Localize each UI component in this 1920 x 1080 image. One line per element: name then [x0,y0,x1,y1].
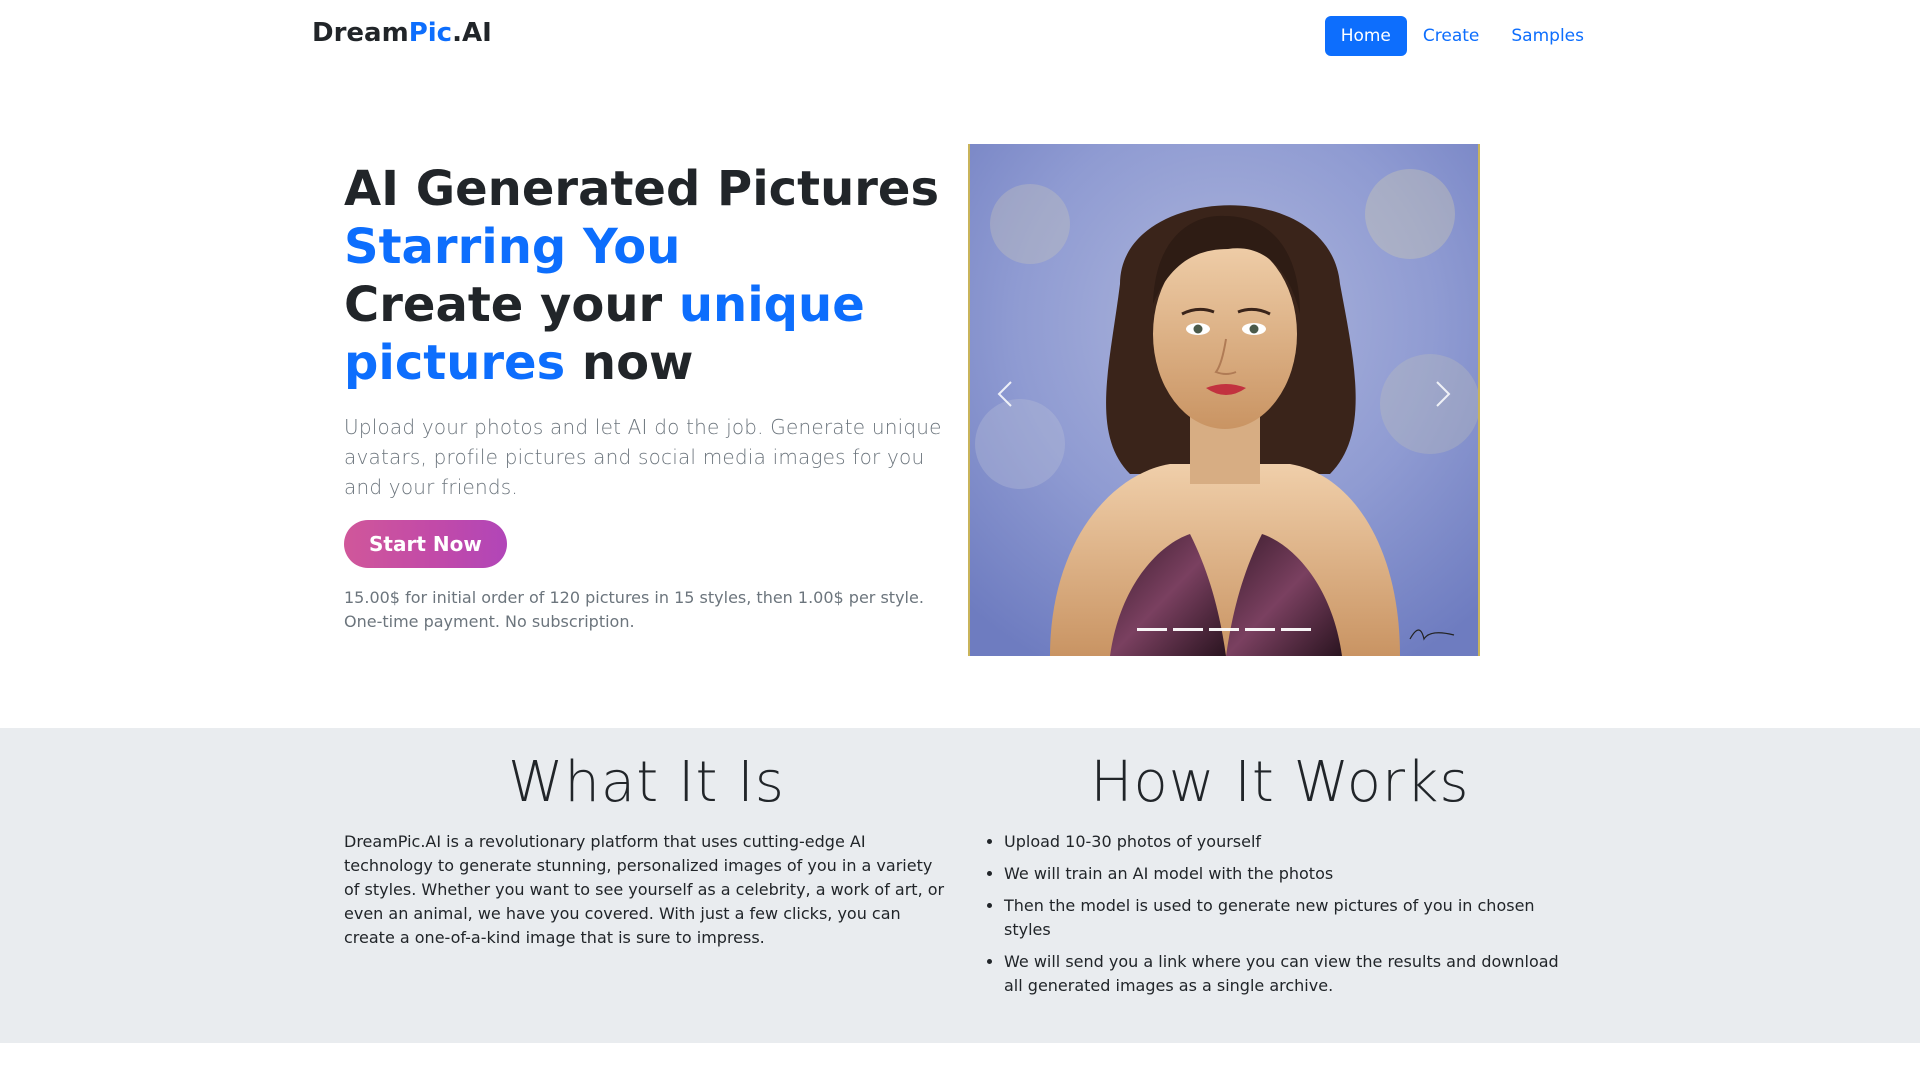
carousel-indicator[interactable] [1245,628,1275,631]
start-now-button[interactable]: Start Now [344,520,507,568]
pricing-note: 15.00$ for initial order of 120 pictures… [344,586,954,634]
carousel-indicator[interactable] [1137,628,1167,631]
list-item: We will send you a link where you can vi… [1004,950,1580,998]
list-item: Upload 10-30 photos of yourself [1004,830,1580,854]
nav-home[interactable]: Home [1324,16,1407,56]
what-it-is-column: What It Is DreamPic.AI is a revolutionar… [344,750,949,950]
carousel-slide-image [970,144,1478,656]
hero-title: AI Generated Pictures Starring You Creat… [344,160,954,392]
how-it-works-column: How It Works Upload 10-30 photos of your… [980,750,1580,1006]
carousel-next-icon[interactable] [1422,374,1462,414]
navbar: DreamPic.AI Home Create Samples [0,0,1920,70]
brand-part-ai: .AI [452,18,492,48]
list-item: We will train an AI model with the photo… [1004,862,1580,886]
nav-create[interactable]: Create [1407,16,1496,56]
hero-title-line1: AI Generated Pictures [344,161,940,217]
hero-title-line2: Starring You [344,219,681,275]
how-it-works-title: How It Works [1090,750,1470,815]
brand-part-pic: Pic [408,18,453,48]
hero-title-line3b: unique [678,277,865,333]
hero-title-line4b: now [565,335,694,391]
carousel-indicator[interactable] [1281,628,1311,631]
pricing-line1: 15.00$ for initial order of 120 pictures… [344,588,924,607]
hero-lead: Upload your photos and let AI do the job… [344,415,942,499]
main-nav: Home Create Samples [1324,16,1600,56]
carousel-prev-icon[interactable] [986,374,1026,414]
hero-title-line4a: pictures [344,335,566,391]
what-it-is-text: DreamPic.AI is a revolutionary platform … [344,832,945,947]
brand-part-dream: Dream [312,18,409,48]
sample-carousel[interactable] [968,144,1480,656]
hero-section: AI Generated Pictures Starring You Creat… [344,160,954,634]
how-it-works-steps: Upload 10-30 photos of yourself We will … [980,830,1580,998]
carousel-indicators [970,628,1478,631]
pricing-line2: One-time payment. No subscription. [344,612,635,631]
what-it-is-title: What It Is [508,750,785,815]
list-item: Then the model is used to generate new p… [1004,894,1580,942]
hero-title-line3a: Create your [344,277,679,333]
brand-logo[interactable]: DreamPic.AI [312,18,492,48]
carousel-indicator[interactable] [1173,628,1203,631]
nav-samples[interactable]: Samples [1495,16,1600,56]
carousel-indicator[interactable] [1209,628,1239,631]
info-section: What It Is DreamPic.AI is a revolutionar… [0,728,1920,1043]
